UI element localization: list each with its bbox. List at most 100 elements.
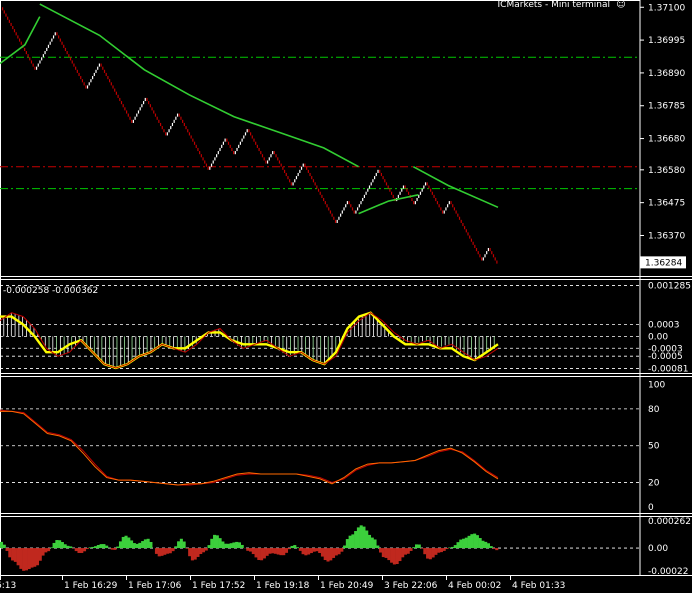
momentum-bar — [168, 548, 172, 554]
renko-brick — [346, 201, 349, 205]
renko-brick — [416, 197, 418, 202]
renko-brick — [465, 229, 467, 233]
renko-brick — [292, 182, 294, 186]
renko-brick — [18, 38, 21, 42]
renko-brick — [460, 219, 462, 223]
price-panel[interactable]: 1.37100 1.36995 1.36890 1.36785 1.36680 1.365… — [0, 3, 686, 269]
renko-brick — [248, 129, 250, 133]
renko-brick — [450, 201, 452, 205]
renko-brick — [171, 122, 174, 127]
momentum-bar — [179, 538, 183, 549]
momentum-bar — [135, 543, 139, 549]
momentum-bar — [403, 548, 407, 555]
renko-brick — [353, 210, 355, 214]
momentum-bar — [437, 548, 441, 553]
renko-brick — [190, 135, 192, 139]
renko-brick — [34, 66, 36, 70]
x-tick-label: 6:13 — [0, 581, 16, 591]
momentum-bar — [110, 548, 114, 550]
renko-brick — [477, 251, 479, 255]
renko-brick — [334, 219, 337, 223]
momentum-bar — [5, 548, 9, 551]
renko-brick — [71, 60, 73, 64]
renko-brick — [122, 104, 124, 108]
renko-brick — [441, 210, 444, 214]
momentum-bar — [287, 548, 291, 550]
renko-brick — [58, 35, 60, 39]
renko-brick — [370, 182, 372, 186]
renko-brick — [255, 141, 257, 145]
momentum-bar — [370, 537, 374, 549]
renko-brick — [319, 191, 321, 195]
renko-brick — [69, 57, 72, 61]
renko-brick — [411, 197, 413, 202]
momentum-bar — [11, 548, 15, 561]
renko-brick — [482, 257, 484, 261]
y-tick-label: 1.36370 — [648, 231, 685, 241]
panel-frames — [0, 0, 692, 576]
renko-brick — [436, 201, 439, 205]
renko-brick — [414, 201, 416, 205]
momentum-bar — [69, 546, 73, 549]
momentum-bar — [124, 535, 128, 549]
x-tick-label: 1 Feb 19:18 — [256, 581, 310, 591]
momentum-bar — [467, 535, 471, 549]
renko-brick — [24, 47, 26, 52]
y-tick-label: 1.36680 — [648, 135, 685, 145]
y-tick-label: 20 — [648, 479, 660, 489]
renko-brick — [231, 147, 233, 152]
momentum-bar — [459, 539, 463, 549]
renko-brick — [76, 69, 78, 73]
renko-brick — [105, 72, 107, 77]
momentum-bar — [132, 543, 136, 549]
y-tick-label: 0 — [648, 503, 654, 513]
momentum-panel[interactable]: 0.000262 0.00 -0.00022 — [0, 517, 691, 577]
renko-brick — [384, 179, 386, 183]
renko-brick — [484, 254, 486, 258]
momentum-bar — [2, 544, 6, 549]
renko-brick — [170, 126, 172, 130]
momentum-bar — [251, 548, 255, 555]
renko-brick — [496, 260, 498, 264]
renko-brick — [251, 135, 253, 139]
stochastic-panel[interactable]: 100 80 50 20 0 — [0, 380, 665, 513]
renko-brick — [419, 191, 422, 195]
momentum-bar — [8, 548, 12, 558]
momentum-bar — [204, 548, 208, 551]
renko-brick — [176, 113, 179, 117]
momentum-bar — [395, 548, 399, 565]
momentum-bar — [354, 531, 358, 549]
oscillator-panel[interactable]: 0.0012850.00030.00-0.0003-0.0005-0.00081 — [0, 282, 691, 375]
renko-brick — [302, 163, 304, 167]
renko-brick — [197, 147, 199, 152]
momentum-bar — [226, 543, 230, 549]
renko-brick — [295, 176, 298, 180]
momentum-bar — [210, 538, 214, 549]
momentum-bar — [188, 548, 192, 557]
renko-brick — [17, 35, 19, 39]
renko-brick — [35, 66, 38, 70]
momentum-bar — [207, 545, 211, 549]
chart-window[interactable]: 1.37100 1.36995 1.36890 1.36785 1.36680 1.365… — [0, 0, 692, 593]
renko-brick — [433, 194, 435, 198]
momentum-bar — [77, 548, 81, 553]
renko-brick — [244, 132, 247, 136]
renko-brick — [30, 60, 33, 64]
momentum-bar — [481, 540, 485, 549]
momentum-bar — [143, 539, 147, 549]
renko-brick — [283, 169, 286, 173]
renko-brick — [265, 160, 267, 164]
renko-brick — [402, 185, 405, 189]
renko-brick — [85, 85, 87, 89]
momentum-bar — [83, 548, 87, 552]
momentum-bar — [96, 545, 100, 549]
momentum-bar — [486, 543, 490, 549]
momentum-bar — [448, 547, 452, 549]
renko-brick — [329, 210, 332, 214]
time-axis: 6:13 1 Feb 16:29 1 Feb 17:06 1 Feb 17:52 1 F… — [0, 575, 565, 591]
renko-brick — [168, 129, 170, 133]
momentum-bar — [464, 537, 468, 549]
renko-brick — [151, 107, 153, 111]
renko-brick — [93, 72, 95, 77]
renko-brick — [392, 194, 394, 198]
